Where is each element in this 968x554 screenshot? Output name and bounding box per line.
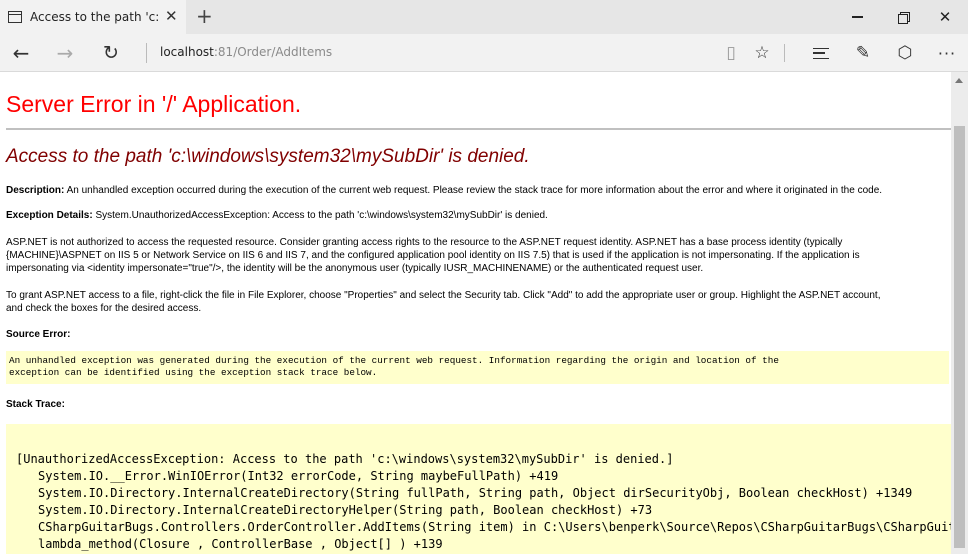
source-error-line: exception can be identified using the ex… [9,367,378,378]
source-error-line: An unhandled exception was generated dur… [9,355,779,366]
web-note-button[interactable]: ✎ [848,34,878,72]
aspnet-line: ASP.NET is not authorized to access the … [6,237,843,248]
tab-close-icon[interactable]: ✕ [165,8,178,24]
hub-icon [813,47,829,59]
favorites-button[interactable]: ☆ [747,34,777,72]
address-bar[interactable]: localhost:81/Order/AddItems [160,45,332,59]
stack-trace-line: CSharpGuitarBugs.Controllers.OrderContro… [38,520,951,534]
address-host: localhost [160,45,214,59]
error-title: Access to the path 'c:\windows\system32\… [6,146,530,167]
share-icon: ⬡ [897,43,913,63]
arrow-left-icon: ← [12,41,30,65]
tab-title: Access to the path 'c:\wi [30,10,158,24]
browser-tab[interactable]: Access to the path 'c:\wi [0,0,186,34]
source-error-box: An unhandled exception was generated dur… [6,351,949,384]
new-tab-icon[interactable]: + [196,4,213,28]
aspnet-line: {MACHINE}\ASPNET on IIS 5 or Network Ser… [6,250,860,261]
scroll-up-icon[interactable] [951,72,968,88]
source-error-heading: Source Error: [6,329,71,340]
minimize-icon [851,16,863,18]
page-icon [8,11,22,23]
arrow-right-icon: → [56,41,74,65]
share-button[interactable]: ⬡ [890,34,920,72]
title-divider [6,128,951,130]
title-bar: Access to the path 'c:\wi ✕ + ✕ [0,0,968,34]
reading-view-button[interactable]: ▯ [716,34,746,72]
star-icon: ☆ [754,43,770,63]
restore-icon [897,11,910,24]
exception-details-text: System.UnauthorizedAccessException: Acce… [92,210,548,221]
forward-button[interactable]: → [48,34,82,72]
toolbar-divider [784,44,785,62]
stack-trace-line: lambda_method(Closure , ControllerBase ,… [38,537,443,551]
source-error-text: An unhandled exception was generated dur… [9,355,779,379]
description-text: An unhandled exception occurred during t… [64,185,883,196]
aspnet-line: impersonating via <identity impersonate=… [6,263,704,274]
more-button[interactable]: ··· [932,34,962,72]
vertical-scrollbar[interactable] [951,72,968,554]
more-icon: ··· [937,43,957,63]
grant-line: and check the boxes for the desired acce… [6,303,202,314]
refresh-icon: ↻ [103,42,119,64]
stack-trace-box: [UnauthorizedAccessException: Access to … [6,424,951,554]
pen-icon: ✎ [855,43,871,63]
scrollbar-thumb[interactable] [954,126,965,548]
minimize-button[interactable] [834,0,880,34]
grant-line: To grant ASP.NET access to a file, right… [6,290,881,301]
page-title: Server Error in '/' Application. [6,91,302,117]
exception-details-label: Exception Details: [6,210,93,221]
stack-trace-line: System.IO.Directory.InternalCreateDirect… [38,486,913,500]
close-icon: ✕ [938,8,952,26]
grant-access-paragraph: To grant ASP.NET access to a file, right… [6,289,880,315]
address-path: :81/Order/AddItems [213,45,333,59]
page-content: Server Error in '/' Application. Access … [0,72,951,554]
navigation-toolbar: ← → ↻ localhost:81/Order/AddItems ▯ ☆ ✎ … [0,34,968,72]
description-paragraph: Description: An unhandled exception occu… [6,184,882,197]
close-window-button[interactable]: ✕ [922,0,968,34]
refresh-button[interactable]: ↻ [94,34,128,72]
reading-view-icon: ▯ [726,43,736,63]
stack-trace-heading: Stack Trace: [6,399,65,410]
restore-button[interactable] [880,0,926,34]
stack-trace-line: System.IO.Directory.InternalCreateDirect… [38,503,653,517]
stack-trace-line: [UnauthorizedAccessException: Access to … [16,452,674,466]
exception-details-paragraph: Exception Details: System.UnauthorizedAc… [6,209,548,222]
hub-button[interactable] [806,34,836,72]
description-label: Description: [6,185,65,196]
aspnet-paragraph: ASP.NET is not authorized to access the … [6,236,860,275]
address-divider [146,43,147,63]
stack-trace-line: System.IO.__Error.WinIOError(Int32 error… [38,469,559,483]
back-button[interactable]: ← [4,34,38,72]
